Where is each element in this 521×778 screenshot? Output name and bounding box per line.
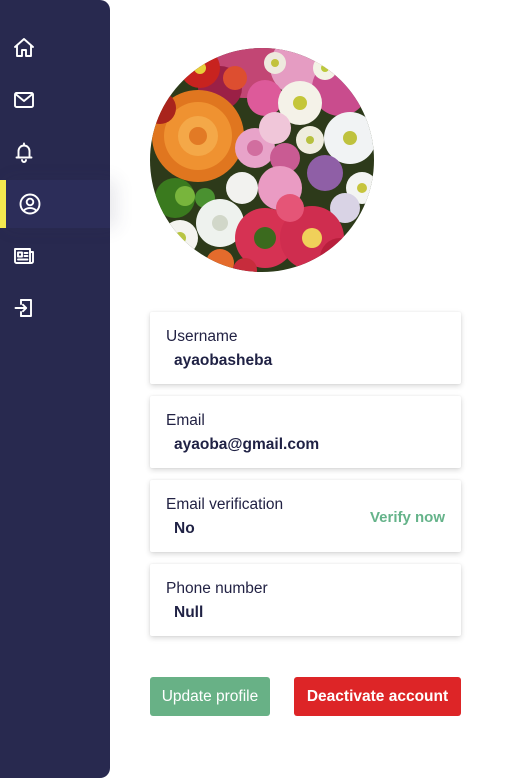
username-value: ayaobasheba — [174, 352, 273, 369]
phone-card: Phone number Null — [150, 564, 461, 636]
user-circle-icon — [18, 192, 42, 216]
email-card: Email ayaoba@gmail.com — [150, 396, 461, 468]
email-value: ayaoba@gmail.com — [174, 436, 320, 453]
mail-icon — [12, 88, 36, 112]
email-verification-value: No — [174, 520, 195, 537]
sidebar-item-logout[interactable] — [0, 284, 110, 332]
username-label: Username — [166, 328, 238, 345]
email-label: Email — [166, 412, 205, 429]
sidebar-item-news[interactable] — [0, 232, 110, 280]
update-profile-button[interactable]: Update profile — [150, 677, 270, 716]
email-verification-card: Email verification No Verify now — [150, 480, 461, 552]
email-verification-label: Email verification — [166, 496, 284, 513]
sidebar-item-profile[interactable] — [0, 180, 110, 228]
phone-label: Phone number — [166, 580, 268, 597]
sidebar-item-notifications[interactable] — [0, 128, 110, 176]
deactivate-account-button[interactable]: Deactivate account — [294, 677, 461, 716]
newspaper-icon — [12, 244, 36, 268]
sidebar-item-home[interactable] — [0, 24, 110, 72]
verify-now-link[interactable]: Verify now — [370, 509, 445, 526]
bell-icon — [12, 140, 36, 164]
avatar — [150, 48, 374, 272]
home-icon — [12, 36, 36, 60]
logout-icon — [12, 296, 36, 320]
sidebar-item-messages[interactable] — [0, 76, 110, 124]
flower-photo — [150, 48, 374, 272]
username-card: Username ayaobasheba — [150, 312, 461, 384]
phone-value: Null — [174, 604, 204, 621]
sidebar — [0, 0, 110, 778]
